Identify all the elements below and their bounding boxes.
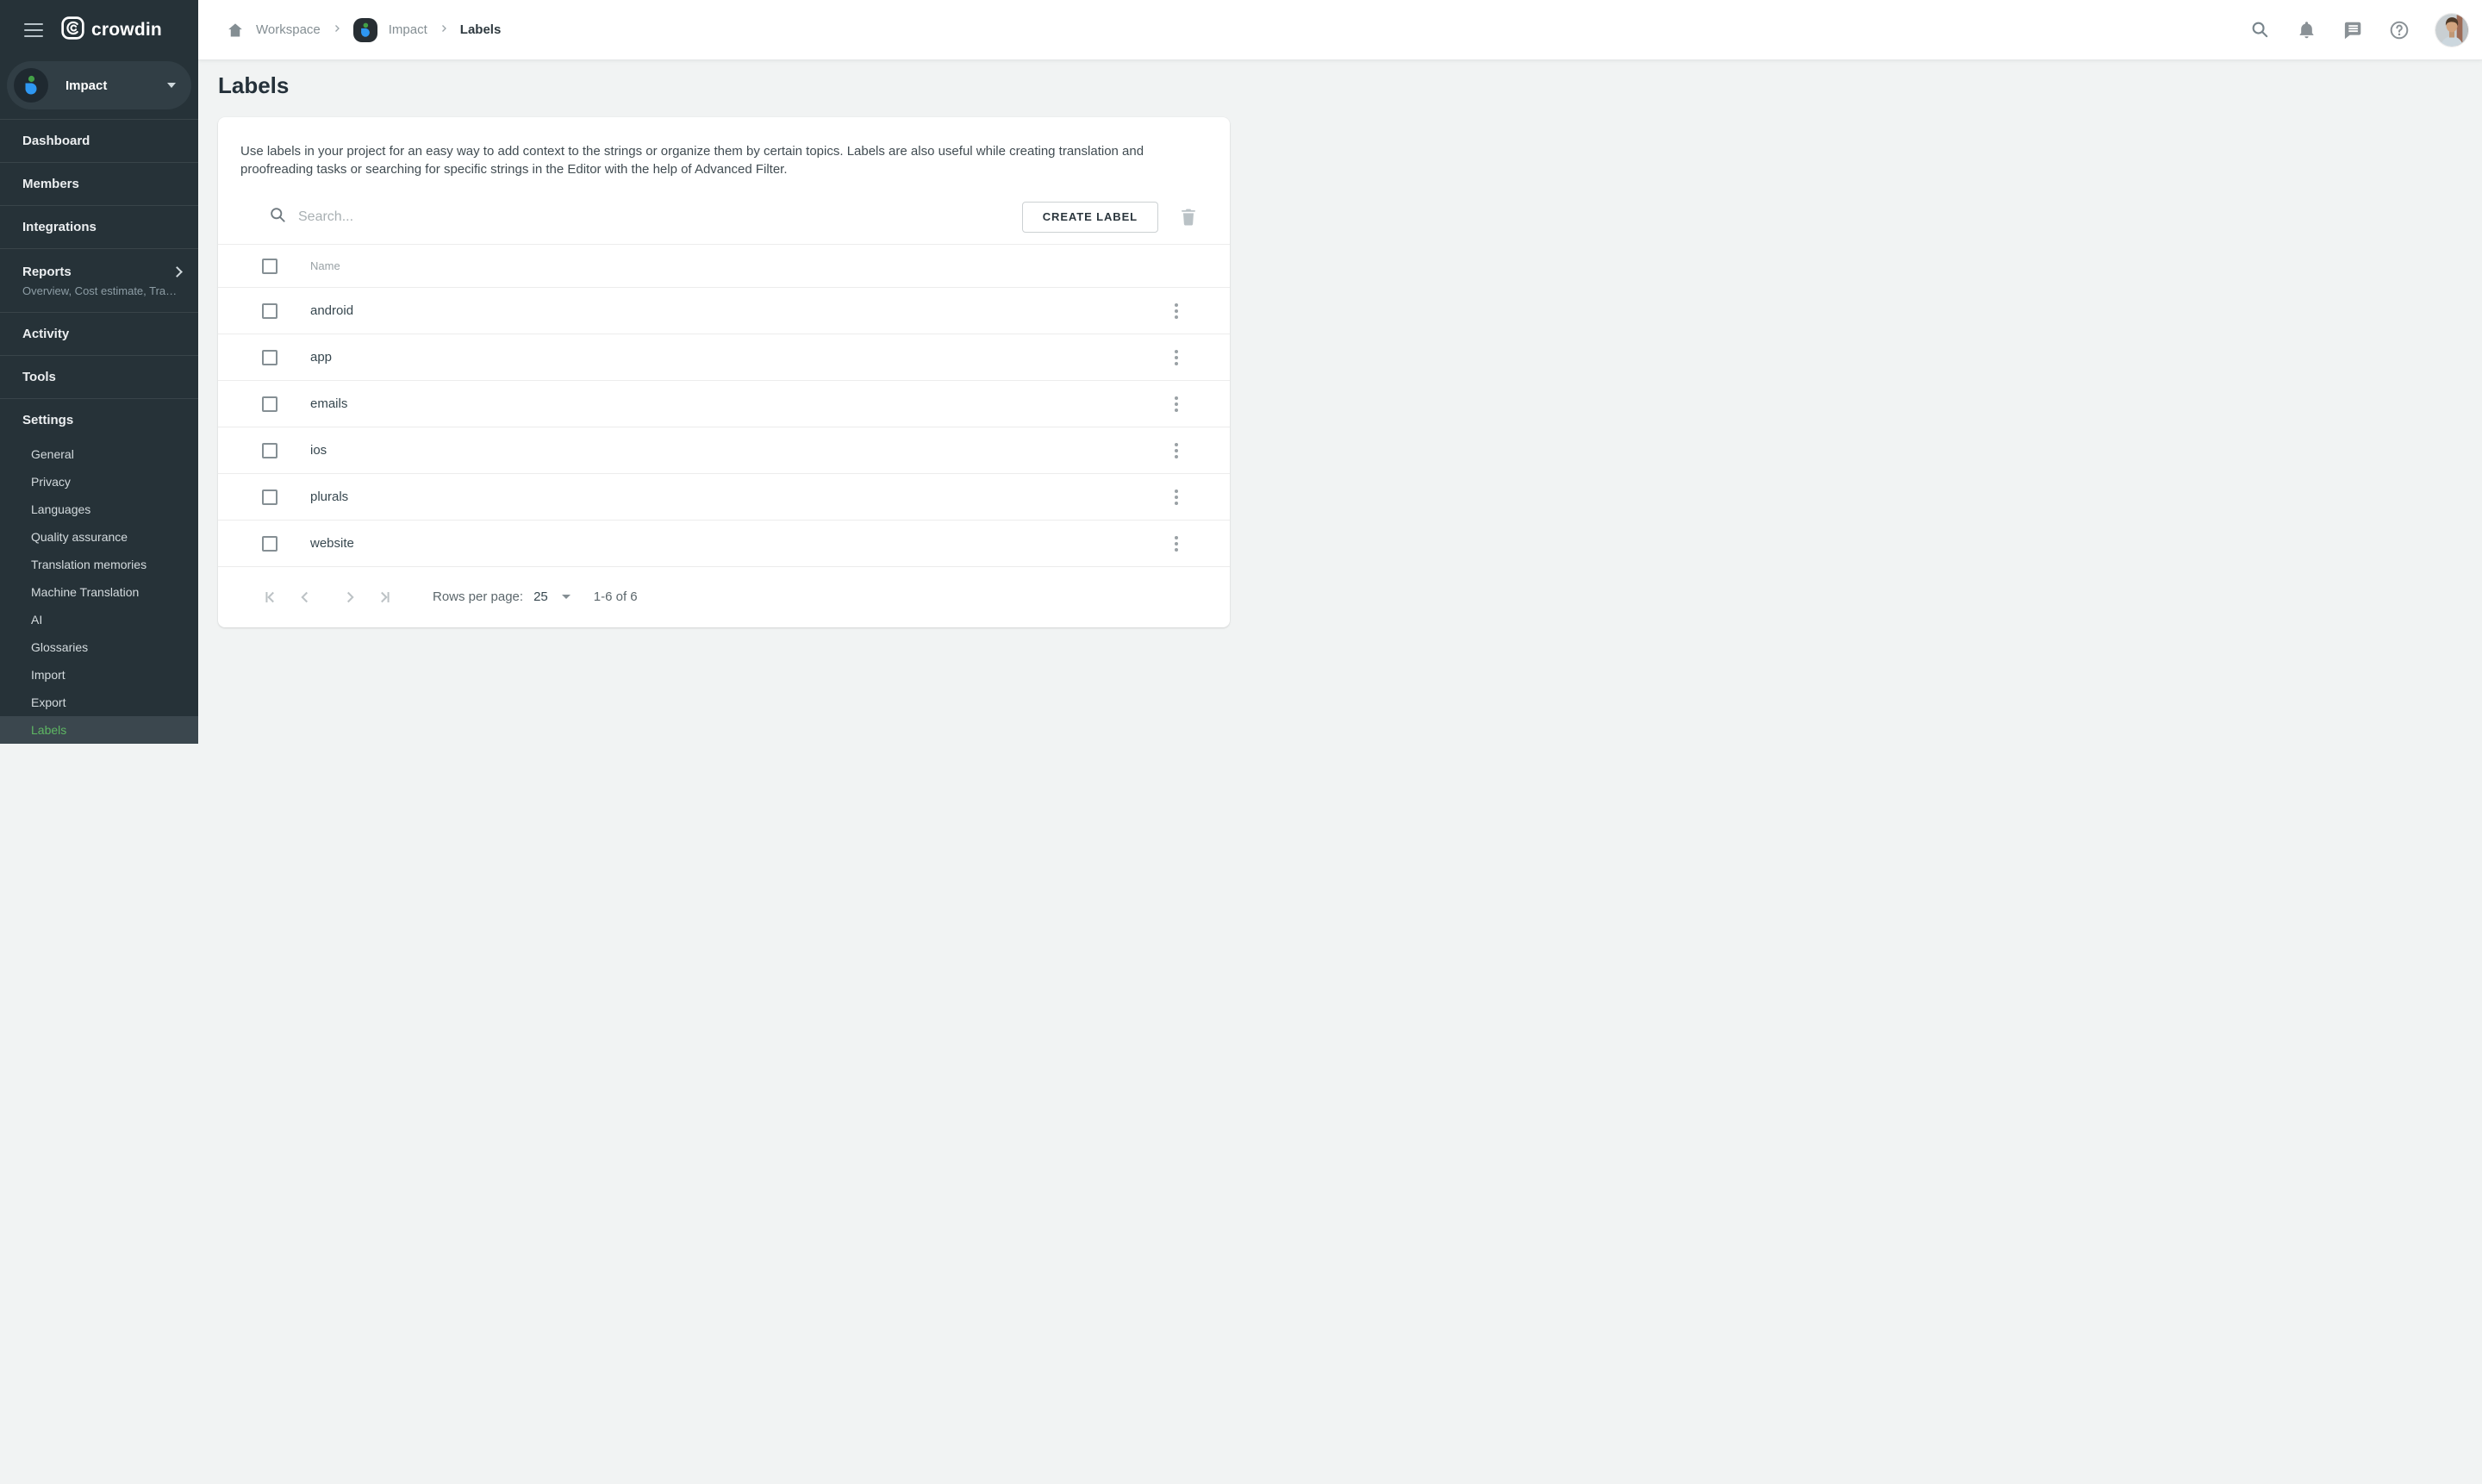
row-checkbox[interactable]: [262, 350, 278, 365]
sidebar-item-privacy[interactable]: Privacy: [0, 468, 198, 496]
sidebar-item-members[interactable]: Members: [0, 163, 198, 206]
sidebar-item-activity[interactable]: Activity: [0, 313, 198, 356]
next-page-button[interactable]: [340, 587, 360, 608]
sidebar-section-settings: Settings: [0, 399, 198, 440]
label-name: ios: [310, 443, 1166, 458]
notifications-icon[interactable]: [2296, 20, 2317, 41]
crowdin-logo-icon: [61, 16, 84, 44]
table-header: Name: [218, 245, 1230, 288]
sidebar-item-tools[interactable]: Tools: [0, 356, 198, 399]
label-name: plurals: [310, 489, 1166, 504]
previous-page-button[interactable]: [295, 587, 315, 608]
row-checkbox[interactable]: [262, 303, 278, 319]
row-menu-kebab-icon[interactable]: [1166, 347, 1187, 368]
crowdin-logo[interactable]: crowdin: [61, 16, 162, 44]
search-icon[interactable]: [2249, 20, 2270, 41]
sidebar-item-ai[interactable]: AI: [0, 606, 198, 633]
project-avatar: [14, 68, 48, 103]
breadcrumb-workspace[interactable]: Workspace: [256, 22, 321, 37]
sidebar-item-languages[interactable]: Languages: [0, 496, 198, 523]
sidebar-item-quality-assurance[interactable]: Quality assurance: [0, 523, 198, 551]
sidebar-item-export[interactable]: Export: [0, 689, 198, 716]
last-page-button[interactable]: [374, 587, 395, 608]
row-checkbox[interactable]: [262, 396, 278, 412]
table-row: ios: [218, 427, 1230, 474]
sidebar-item-labels[interactable]: Labels: [0, 716, 198, 744]
table-row: plurals: [218, 474, 1230, 521]
sidebar-item-import[interactable]: Import: [0, 661, 198, 689]
row-menu-kebab-icon[interactable]: [1166, 533, 1187, 554]
labels-card: Use labels in your project for an easy w…: [218, 117, 1230, 627]
main-content: Labels Use labels in your project for an…: [198, 0, 1241, 627]
row-checkbox[interactable]: [262, 443, 278, 458]
column-header-name: Name: [310, 259, 340, 272]
search-field: [269, 206, 1022, 228]
sidebar-item-translation-memories[interactable]: Translation memories: [0, 551, 198, 578]
caret-down-icon: [167, 83, 176, 88]
table-row: website: [218, 521, 1230, 567]
sidebar: crowdin Impact Dashboard Members Integra…: [0, 0, 198, 742]
create-label-button[interactable]: CREATE LABEL: [1022, 202, 1158, 233]
help-icon[interactable]: [2389, 20, 2410, 41]
sidebar-nav: Dashboard Members Integrations Reports O…: [0, 119, 198, 744]
row-menu-kebab-icon[interactable]: [1166, 301, 1187, 321]
row-checkbox[interactable]: [262, 489, 278, 505]
chevron-right-icon: [332, 22, 342, 38]
table-row: android: [218, 288, 1230, 334]
sidebar-item-glossaries[interactable]: Glossaries: [0, 633, 198, 661]
project-switcher[interactable]: Impact: [7, 61, 191, 109]
row-checkbox[interactable]: [262, 536, 278, 552]
sidebar-header: crowdin: [0, 0, 198, 60]
rows-per-page-select[interactable]: 25: [533, 589, 571, 604]
row-menu-kebab-icon[interactable]: [1166, 440, 1187, 461]
table-row: app: [218, 334, 1230, 381]
label-name: android: [310, 303, 1166, 318]
breadcrumb: Workspace Impact Labels: [226, 18, 501, 42]
delete-trash-icon[interactable]: [1178, 207, 1199, 228]
sidebar-item-reports[interactable]: Reports Overview, Cost estimate, Transl…: [0, 249, 198, 313]
home-icon[interactable]: [226, 21, 245, 40]
crowdin-logo-text: crowdin: [91, 20, 162, 41]
reports-subtitle: Overview, Cost estimate, Transl…: [22, 284, 181, 297]
hamburger-menu-icon[interactable]: [24, 19, 45, 41]
user-avatar[interactable]: [2435, 14, 2468, 47]
table-row: emails: [218, 381, 1230, 427]
page-title: Labels: [218, 72, 1241, 99]
label-name: emails: [310, 396, 1166, 411]
breadcrumb-current-page: Labels: [460, 22, 502, 37]
sidebar-item-machine-translation[interactable]: Machine Translation: [0, 578, 198, 606]
pagination: Rows per page: 25 1-6 of 6: [218, 567, 1230, 627]
breadcrumb-project[interactable]: Impact: [389, 22, 427, 37]
caret-down-icon: [562, 595, 571, 599]
project-name: Impact: [65, 78, 167, 93]
select-all-checkbox[interactable]: [262, 259, 278, 274]
search-icon: [269, 206, 287, 228]
labels-toolbar: CREATE LABEL: [218, 190, 1230, 245]
row-menu-kebab-icon[interactable]: [1166, 394, 1187, 415]
sidebar-item-general[interactable]: General: [0, 440, 198, 468]
row-menu-kebab-icon[interactable]: [1166, 487, 1187, 508]
sidebar-item-dashboard[interactable]: Dashboard: [0, 120, 198, 163]
label-name: website: [310, 536, 1166, 551]
pagination-range: 1-6 of 6: [594, 589, 638, 604]
search-input[interactable]: [298, 209, 660, 225]
labels-description: Use labels in your project for an easy w…: [218, 117, 1211, 178]
messages-icon[interactable]: [2342, 20, 2363, 41]
chevron-right-icon: [171, 266, 183, 277]
label-name: app: [310, 350, 1166, 365]
topbar-actions: [2249, 14, 2468, 47]
first-page-button[interactable]: [260, 587, 281, 608]
chevron-right-icon: [439, 22, 449, 38]
breadcrumb-project-avatar[interactable]: [353, 18, 377, 42]
topbar: Workspace Impact Labels: [198, 0, 2482, 60]
sidebar-item-integrations[interactable]: Integrations: [0, 206, 198, 249]
rows-per-page-label: Rows per page:: [433, 589, 523, 604]
